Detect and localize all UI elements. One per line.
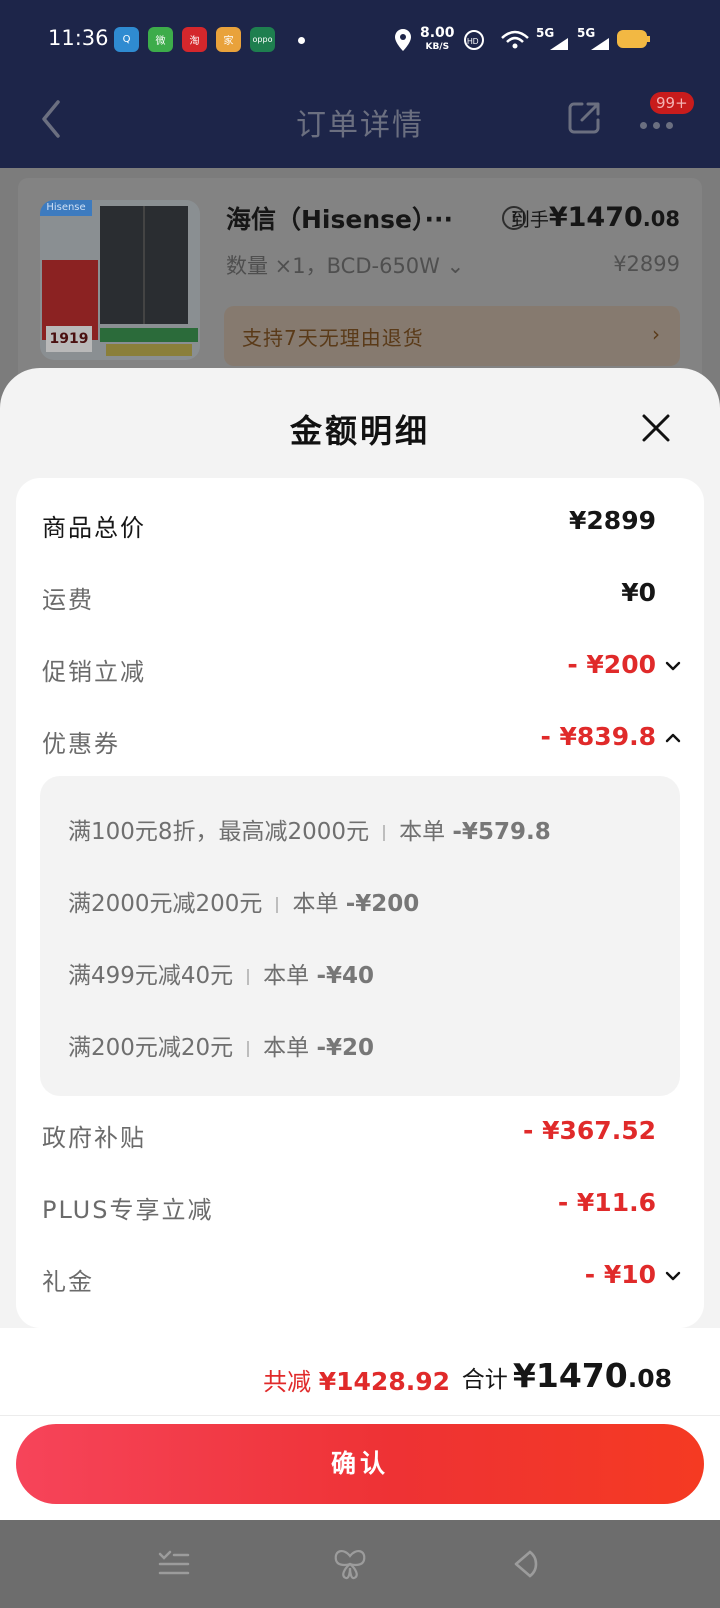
total-int: ¥1470 xyxy=(512,1356,628,1395)
product-promo-strip xyxy=(100,328,198,342)
final-price-int: ¥1470 xyxy=(548,202,643,233)
product-name[interactable]: 海信（Hisense）··· xyxy=(226,200,453,236)
chevron-down-icon[interactable] xyxy=(664,1270,682,1282)
coupon-divider xyxy=(247,1040,250,1057)
row-label-shipping: 运费 xyxy=(42,586,94,614)
coupon-tag: 本单 xyxy=(263,1035,310,1061)
coupon-amount: -¥579.8 xyxy=(452,819,551,845)
coupon-tag: 本单 xyxy=(292,891,339,917)
home-app-icon: 家 xyxy=(216,27,241,52)
wifi-icon xyxy=(501,30,529,49)
row-label-promotion[interactable]: 促销立减 xyxy=(42,652,146,687)
coupon-divider xyxy=(383,824,386,841)
battery-icon xyxy=(617,30,650,48)
coupon-amount: -¥20 xyxy=(316,1035,375,1061)
row-label-gov-subsidy: 政府补贴 xyxy=(42,1124,146,1152)
message-badge: 99+ xyxy=(650,92,694,114)
network-speed: 8.00 KB/S xyxy=(420,26,455,54)
coupon-amount: -¥200 xyxy=(345,891,420,917)
coupon-item: 满200元减20元 本单 -¥20 xyxy=(68,1028,374,1062)
product-promo-strip-2 xyxy=(106,344,192,356)
recent-apps-icon[interactable] xyxy=(156,1546,192,1582)
row-value-total-price: ¥2899 xyxy=(569,506,656,535)
coupon-divider xyxy=(276,896,279,913)
hd-volte-icon: HD xyxy=(464,30,484,50)
more-options-icon[interactable] xyxy=(640,114,679,133)
coupon-desc: 满499元减40元 xyxy=(68,963,234,989)
coupon-tag: 本单 xyxy=(399,819,446,845)
coupon-desc: 满200元减20元 xyxy=(68,1035,234,1061)
row-label-coupon[interactable]: 优惠券 xyxy=(42,724,120,759)
network-speed-value: 8.00 xyxy=(420,25,455,41)
product-fridge-picture xyxy=(100,206,188,324)
row-label-plus-discount: PLUS专享立减 xyxy=(42,1196,214,1224)
location-icon xyxy=(395,29,411,51)
coupon-item: 满2000元减200元 本单 -¥200 xyxy=(68,884,419,918)
close-icon[interactable] xyxy=(640,412,672,444)
home-butterfly-icon[interactable] xyxy=(332,1546,368,1582)
return-policy-text: 支持7天无理由退货 xyxy=(242,326,424,350)
product-original-price: ¥2899 xyxy=(613,252,680,276)
signal-1-icon xyxy=(550,38,568,50)
coupon-desc: 满100元8折，最高减2000元 xyxy=(68,819,370,845)
row-value-shipping: ¥0 xyxy=(621,578,656,607)
product-image-price: 1919 xyxy=(46,326,92,352)
coupon-item: 满499元减40元 本单 -¥40 xyxy=(68,956,374,990)
qq-app-icon: Q xyxy=(114,27,139,52)
oppo-app-icon: oppo xyxy=(250,27,275,52)
total-saved: 共减 ¥1428.92 xyxy=(263,1362,450,1397)
signal-2-icon xyxy=(591,38,609,50)
product-spec[interactable]: 数量 ×1，BCD-650W ⌄ xyxy=(226,250,464,280)
shopping-app-icon: 淘 xyxy=(182,27,207,52)
row-value-gift-money[interactable]: - ¥10 xyxy=(585,1260,656,1289)
product-image[interactable]: Hisense 1919 xyxy=(40,200,200,360)
row-value-coupon[interactable]: - ¥839.8 xyxy=(540,722,656,751)
order-total: 合计 ¥1470.08 xyxy=(462,1356,672,1395)
row-label-gift-money[interactable]: 礼金 xyxy=(42,1262,94,1297)
chevron-right-icon: › xyxy=(652,322,660,346)
chevron-up-icon[interactable] xyxy=(664,732,682,744)
row-value-plus-discount: - ¥11.6 xyxy=(557,1188,656,1217)
row-value-promotion[interactable]: - ¥200 xyxy=(567,650,656,679)
status-time: 11:36 xyxy=(48,26,109,50)
confirm-button[interactable]: 确认 xyxy=(16,1424,704,1504)
coupon-desc: 满2000元减200元 xyxy=(68,891,263,917)
product-final-price: 到手¥1470.08 xyxy=(511,202,680,233)
coupon-amount: -¥40 xyxy=(316,963,375,989)
total-label: 合计 xyxy=(461,1367,508,1393)
saved-label: 共减 xyxy=(263,1368,312,1396)
total-dec: .08 xyxy=(627,1364,672,1393)
row-value-gov-subsidy: - ¥367.52 xyxy=(523,1116,656,1145)
chevron-down-icon[interactable] xyxy=(664,660,682,672)
svg-text:HD: HD xyxy=(467,37,479,46)
final-price-dec: .08 xyxy=(642,207,680,231)
row-label-total-price: 商品总价 xyxy=(42,514,146,542)
product-brand-logo: Hisense xyxy=(40,200,92,216)
notification-dot-icon xyxy=(298,37,305,44)
coupon-tag: 本单 xyxy=(263,963,310,989)
wechat-app-icon: 微 xyxy=(148,27,173,52)
page-title: 订单详情 xyxy=(296,108,424,143)
saved-value: ¥1428.92 xyxy=(318,1367,450,1396)
share-icon[interactable] xyxy=(566,100,602,136)
sheet-title: 金额明细 xyxy=(289,412,430,450)
network-speed-unit: KB/S xyxy=(425,42,450,52)
coupon-divider xyxy=(247,968,250,985)
coupon-item: 满100元8折，最高减2000元 本单 -¥579.8 xyxy=(68,812,551,846)
back-icon[interactable] xyxy=(506,1546,542,1582)
final-price-label: 到手 xyxy=(510,209,549,231)
